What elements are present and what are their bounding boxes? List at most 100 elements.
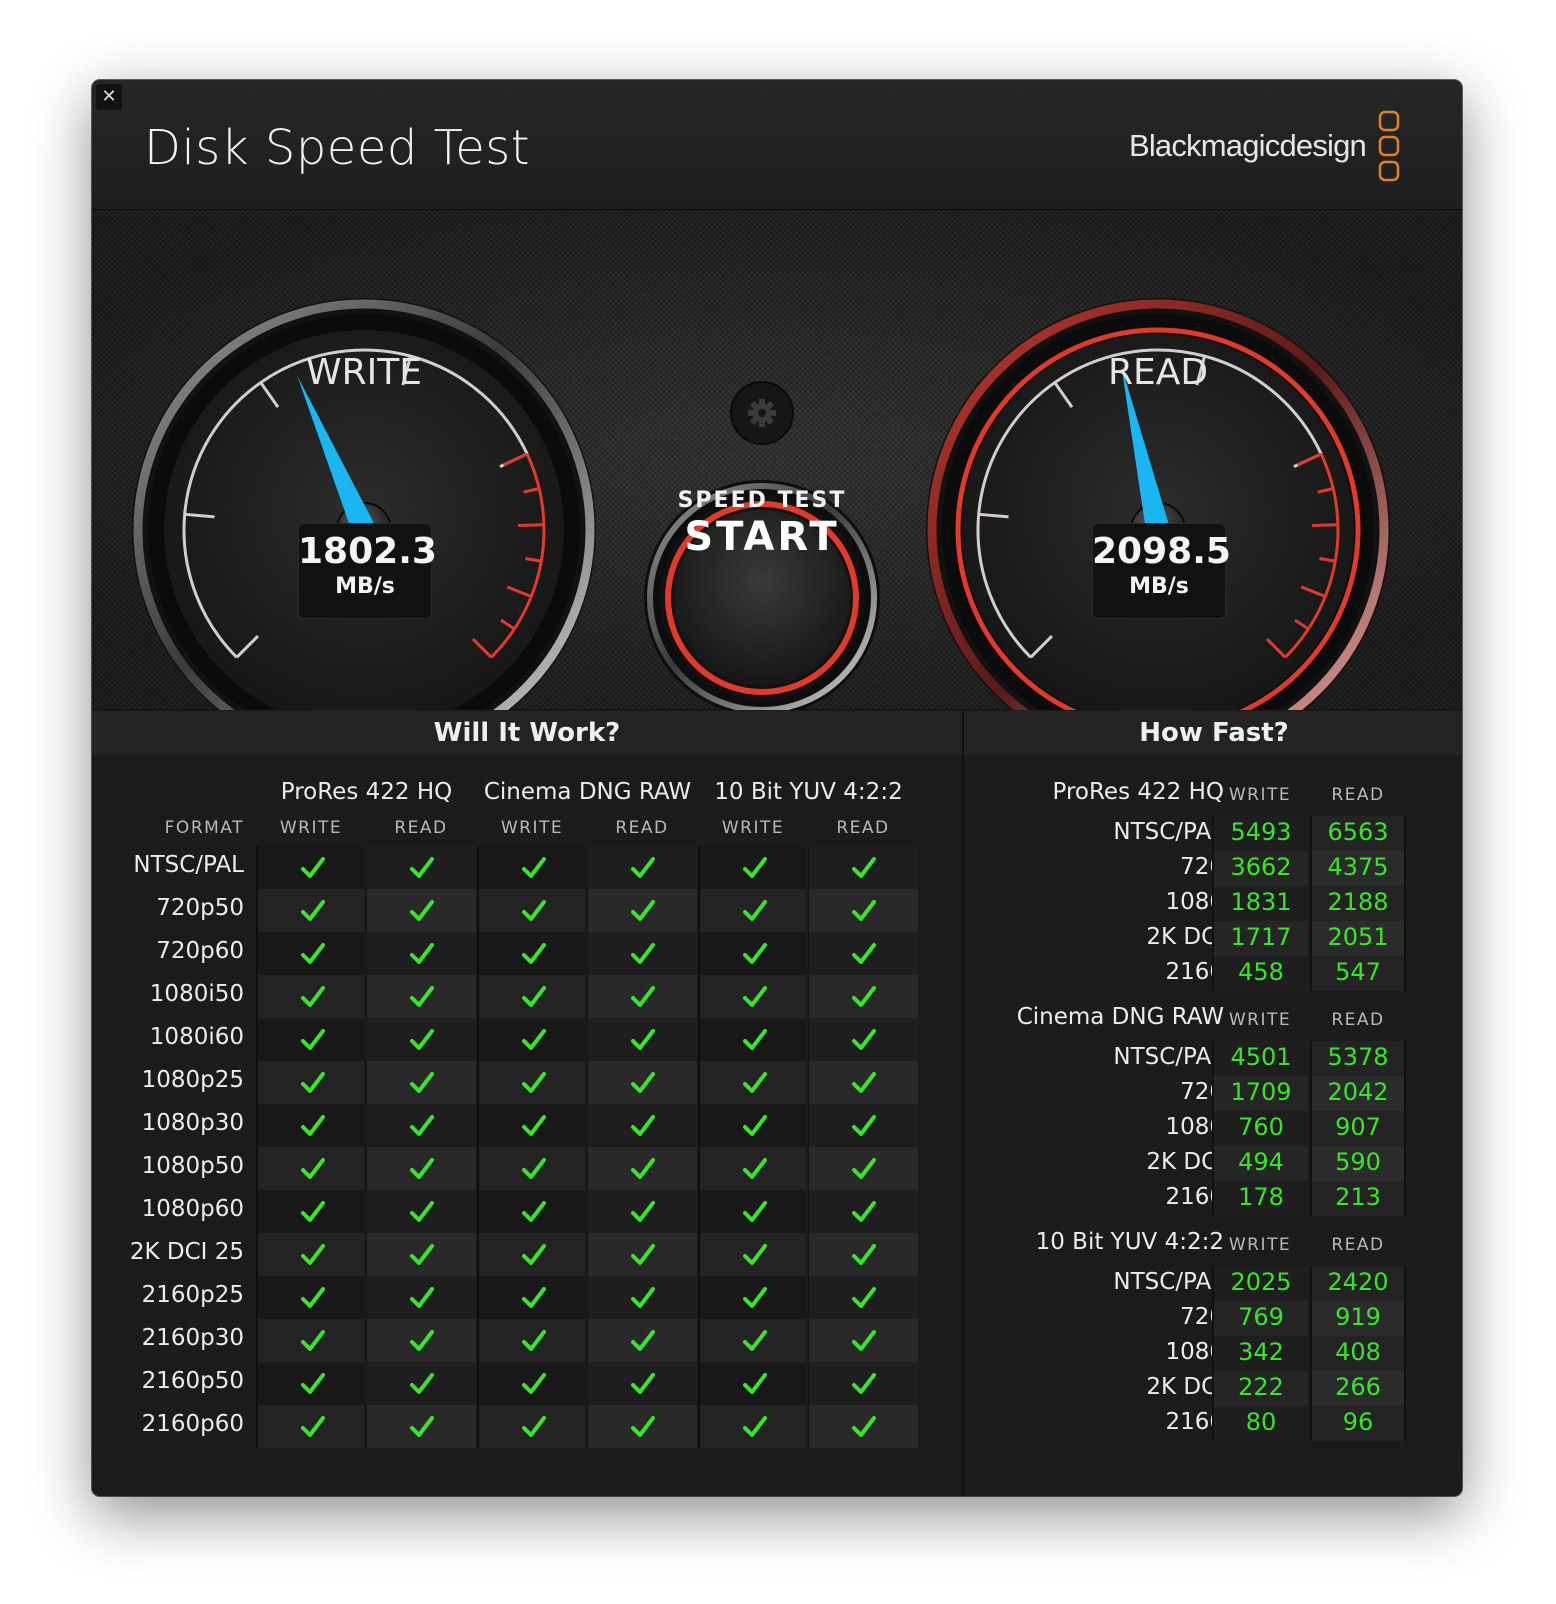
brand-logo-icon	[1378, 110, 1400, 182]
check-cell	[366, 975, 476, 1018]
brand-name: Blackmagicdesign	[1128, 128, 1367, 163]
checkmark-icon	[522, 1416, 546, 1437]
will-it-work-title: Will It Work?	[92, 711, 962, 755]
will-sub-header: READ	[615, 818, 669, 838]
speed-value-cell: 2420	[1310, 1266, 1406, 1301]
how-fast-row-label: NTSC/PAL	[1113, 1269, 1224, 1295]
checkmark-icon	[631, 1029, 655, 1050]
check-cell	[808, 1190, 918, 1233]
will-group-header: 10 Bit YUV 4:2:2	[714, 779, 903, 805]
check-cell	[477, 1104, 585, 1147]
checkmark-icon	[301, 1416, 325, 1437]
check-cell	[366, 1190, 476, 1233]
checkmark-icon	[301, 943, 325, 964]
check-cell	[587, 1061, 697, 1104]
will-sub-header: WRITE	[279, 818, 343, 838]
checkmark-icon	[301, 1072, 325, 1093]
speed-value-cell: 266	[1310, 1371, 1406, 1406]
will-it-work-panel: Will It Work? ProRes 422 HQ WRITE READ Cine…	[92, 711, 962, 1496]
check-cell	[698, 1147, 806, 1190]
checkmark-icon	[852, 1115, 876, 1136]
table-row: 2K DCI 25	[92, 1233, 962, 1276]
checkmark-icon	[301, 1115, 325, 1136]
checkmark-icon	[743, 1201, 767, 1222]
close-button[interactable]: ✕	[96, 84, 122, 110]
checkmark-icon	[410, 900, 434, 921]
check-cell	[366, 932, 476, 975]
checkmark-icon	[522, 1330, 546, 1351]
how-fast-sub-header: READ	[1331, 785, 1385, 805]
checkmark-icon	[743, 943, 767, 964]
row-format-label: 1080i50	[149, 981, 244, 1007]
check-cell	[477, 1018, 585, 1061]
check-cell	[808, 1319, 918, 1362]
gauge-area: WRITE 1802.3 MB/s READ 2098.5 MB/s SPEED…	[92, 210, 1462, 710]
speed-value-cell: 590	[1310, 1146, 1406, 1181]
check-cell	[366, 846, 476, 889]
checkmark-icon	[631, 857, 655, 878]
checkmark-icon	[852, 1158, 876, 1179]
checkmark-icon	[301, 986, 325, 1007]
checkmark-icon	[743, 900, 767, 921]
speed-value-cell: 2025	[1212, 1266, 1308, 1301]
gear-hole	[758, 409, 766, 417]
check-cell	[587, 1104, 697, 1147]
checkmark-icon	[522, 857, 546, 878]
speed-value-cell: 1717	[1212, 921, 1308, 956]
read-speed-value: 2098.5	[1092, 531, 1231, 572]
check-cell	[698, 1104, 806, 1147]
checkmark-icon	[631, 986, 655, 1007]
check-cell	[808, 1104, 918, 1147]
check-cell	[366, 1018, 476, 1061]
table-row: 1080p30	[92, 1104, 962, 1147]
speed-value-cell: 96	[1310, 1406, 1406, 1441]
check-cell	[366, 1319, 476, 1362]
checkmark-icon	[852, 1029, 876, 1050]
checkmark-icon	[410, 1244, 434, 1265]
table-row: 1080i60	[92, 1018, 962, 1061]
checkmark-icon	[743, 1029, 767, 1050]
check-cell	[698, 1276, 806, 1319]
check-cell	[698, 1018, 806, 1061]
check-cell	[808, 1018, 918, 1061]
checkmark-icon	[743, 1287, 767, 1308]
checkmark-icon	[522, 1201, 546, 1222]
checkmark-icon	[410, 1287, 434, 1308]
check-cell	[587, 846, 697, 889]
row-format-label: 2160p25	[141, 1282, 244, 1308]
checkmark-icon	[410, 857, 434, 878]
check-cell	[256, 1104, 364, 1147]
speed-value-cell: 5493	[1212, 816, 1308, 851]
row-format-label: NTSC/PAL	[133, 852, 244, 878]
checkmark-icon	[743, 1244, 767, 1265]
check-cell	[477, 846, 585, 889]
check-cell	[256, 975, 364, 1018]
checkmark-icon	[743, 986, 767, 1007]
format-header: FORMAT	[164, 818, 244, 838]
check-cell	[477, 975, 585, 1018]
how-fast-row-label: NTSC/PAL	[1113, 819, 1224, 845]
start-button-label: START	[684, 514, 840, 560]
speed-value-cell: 222	[1212, 1371, 1308, 1406]
check-cell	[808, 932, 918, 975]
table-row: 2160p30	[92, 1319, 962, 1362]
check-cell	[808, 1362, 918, 1405]
checkmark-icon	[522, 943, 546, 964]
row-format-label: 1080p50	[141, 1153, 244, 1179]
app-title: Disk Speed Test	[144, 120, 531, 176]
check-cell	[366, 889, 476, 932]
check-cell	[808, 1233, 918, 1276]
checkmark-icon	[852, 1330, 876, 1351]
table-row: 2160p25	[92, 1276, 962, 1319]
checkmark-icon	[743, 1416, 767, 1437]
checkmark-icon	[743, 1330, 767, 1351]
checkmark-icon	[410, 1373, 434, 1394]
check-cell	[477, 1405, 585, 1448]
checkmark-icon	[410, 1115, 434, 1136]
check-cell	[477, 932, 585, 975]
check-cell	[256, 1233, 364, 1276]
check-cell	[477, 1233, 585, 1276]
check-cell	[808, 975, 918, 1018]
check-cell	[698, 1362, 806, 1405]
check-cell	[477, 1147, 585, 1190]
